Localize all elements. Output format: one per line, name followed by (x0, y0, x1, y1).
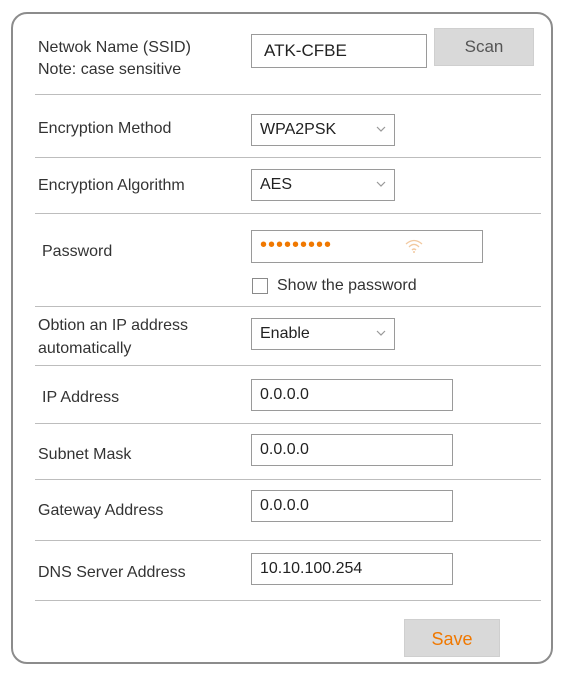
divider (35, 479, 541, 480)
gateway-label: Gateway Address (38, 502, 164, 519)
encryption-algorithm-value: AES (260, 176, 293, 193)
chevron-down-icon (376, 181, 386, 187)
save-button[interactable]: Save (404, 619, 500, 657)
show-password-checkbox[interactable] (252, 278, 268, 294)
encryption-algorithm-label: Encryption Algorithm (38, 177, 185, 194)
divider (35, 365, 541, 366)
obtain-ip-value: Enable (260, 325, 310, 342)
divider (35, 540, 541, 541)
subnet-mask-input[interactable]: 0.0.0.0 (251, 434, 453, 466)
divider (35, 423, 541, 424)
ssid-note: Note: case sensitive (38, 61, 182, 78)
dns-label: DNS Server Address (38, 564, 186, 581)
divider (35, 306, 541, 307)
obtain-ip-select[interactable]: Enable (251, 318, 395, 350)
ip-address-label: IP Address (42, 389, 120, 406)
password-label: Password (42, 243, 113, 260)
divider (35, 94, 541, 95)
show-password-label: Show the password (277, 277, 417, 294)
password-masked-value: ••••••••• (260, 234, 333, 256)
encryption-method-value: WPA2PSK (260, 121, 337, 138)
encryption-method-select[interactable]: WPA2PSK (251, 114, 395, 146)
chevron-down-icon (376, 330, 386, 336)
ip-address-input[interactable]: 0.0.0.0 (251, 379, 453, 411)
obtain-ip-label-2: automatically (38, 340, 132, 357)
encryption-method-label: Encryption Method (38, 120, 172, 137)
obtain-ip-label: Obtion an IP address (38, 317, 189, 334)
divider (35, 157, 541, 158)
scan-button[interactable]: Scan (434, 28, 534, 66)
dns-input[interactable]: 10.10.100.254 (251, 553, 453, 585)
divider (35, 600, 541, 601)
wifi-icon[interactable] (404, 238, 424, 254)
divider (35, 213, 541, 214)
ssid-label: Netwok Name (SSID) (38, 39, 191, 56)
ssid-input[interactable]: ATK-CFBE (251, 34, 427, 68)
chevron-down-icon (376, 126, 386, 132)
encryption-algorithm-select[interactable]: AES (251, 169, 395, 201)
gateway-input[interactable]: 0.0.0.0 (251, 490, 453, 522)
password-input[interactable]: ••••••••• (251, 230, 483, 263)
subnet-mask-label: Subnet Mask (38, 446, 132, 463)
